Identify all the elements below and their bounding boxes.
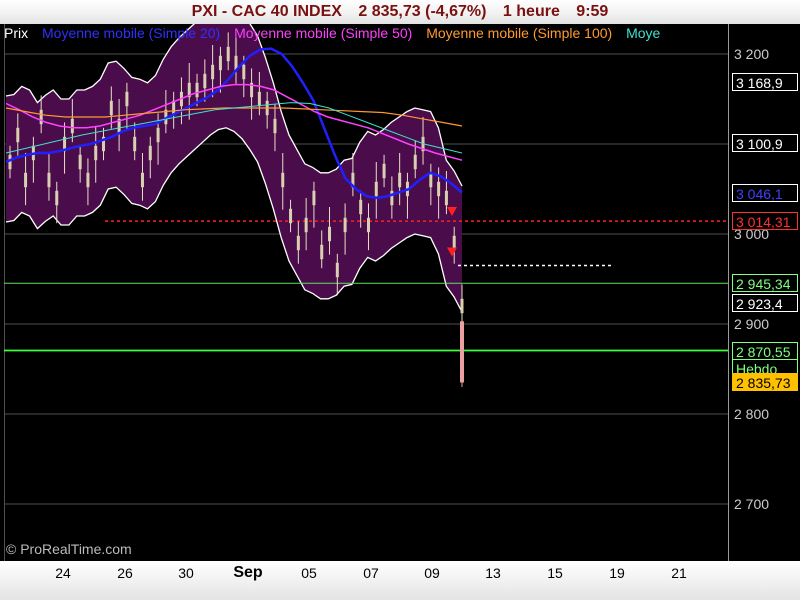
price-tag: 3 168,9	[732, 72, 798, 91]
x-tick: 19	[609, 565, 625, 581]
price-body	[343, 217, 347, 233]
price-body	[109, 100, 113, 116]
price-body	[148, 145, 152, 161]
legend-sma20[interactable]: Moyenne mobile (Simple 20)	[42, 25, 220, 41]
chart-header: PXI - CAC 40 INDEX 2 835,73 (-4,67%) 1 h…	[0, 0, 800, 24]
price-body	[39, 109, 43, 125]
price-body	[374, 181, 378, 197]
x-tick: 21	[671, 565, 687, 581]
price-body	[70, 118, 74, 134]
legend-prix[interactable]: Prix	[4, 25, 28, 41]
price-chart[interactable]	[0, 24, 800, 561]
price-body	[296, 235, 300, 251]
chart-legend: Prix Moyenne mobile (Simple 20) Moyenne …	[4, 24, 726, 42]
price-body	[437, 181, 441, 197]
y-tick: 2 900	[734, 316, 770, 332]
legend-sma100[interactable]: Moyenne mobile (Simple 100)	[426, 25, 612, 41]
price-body	[86, 172, 90, 188]
y-tick: 2 700	[734, 496, 770, 512]
price-body	[257, 91, 261, 107]
price-body	[460, 298, 464, 314]
price-body	[359, 199, 363, 215]
price-body	[218, 55, 222, 71]
time-label: 9:59	[576, 3, 609, 20]
x-tick: Sep	[233, 564, 263, 581]
period-label: 1 heure	[502, 3, 560, 20]
price-body	[140, 172, 144, 188]
legend-sma50[interactable]: Moyenne mobile (Simple 50)	[234, 25, 412, 41]
price-body	[78, 154, 82, 170]
legend-extra[interactable]: Moye	[626, 25, 660, 41]
x-tick: 15	[547, 565, 563, 581]
price-body	[429, 172, 433, 188]
x-tick: 24	[55, 565, 71, 581]
price-body	[413, 154, 417, 170]
x-tick: 30	[178, 565, 194, 581]
price-body	[156, 127, 160, 143]
price-body	[281, 172, 285, 188]
price-body	[328, 226, 332, 242]
price-body	[398, 172, 402, 188]
price-body	[289, 208, 293, 224]
price-body	[320, 244, 324, 260]
price-tag: 2 923,4	[732, 293, 798, 312]
price-body	[195, 82, 199, 98]
symbol-title: PXI - CAC 40 INDEX	[191, 3, 342, 20]
price-body	[226, 46, 230, 62]
price-tag: 2 870,55	[732, 341, 798, 360]
y-tick: 2 800	[734, 406, 770, 422]
x-axis: 24 26 30 Sep 05 07 09 13 15 19 21	[0, 561, 800, 600]
price-body	[203, 73, 207, 89]
price-tag: 3 100,9	[732, 134, 798, 153]
y-tick: 3 200	[734, 46, 770, 62]
x-tick: 09	[424, 565, 440, 581]
price-body	[312, 190, 316, 206]
price-tag: 2 835,73	[732, 372, 798, 391]
copyright-label: © ProRealTime.com	[6, 541, 132, 557]
price-tag: 3 046,1	[732, 183, 798, 202]
price-body	[24, 172, 28, 188]
price-body	[366, 217, 370, 233]
price-body	[390, 190, 394, 206]
x-tick: 05	[301, 565, 317, 581]
x-tick: 26	[117, 565, 133, 581]
price-body	[47, 172, 51, 188]
price-body	[444, 190, 448, 206]
price-body	[133, 136, 137, 152]
price-body	[125, 91, 129, 107]
current-candle	[460, 321, 464, 383]
price-body	[16, 127, 20, 143]
price-body	[382, 163, 386, 179]
price-body	[335, 262, 339, 278]
price-body	[55, 190, 59, 206]
price-body	[242, 64, 246, 80]
price-tag: 2 945,34	[732, 274, 798, 293]
x-tick: 13	[485, 565, 501, 581]
price-tag: 3 014,31	[732, 212, 798, 231]
price-change: 2 835,73 (-4,67%)	[358, 3, 487, 20]
price-body	[94, 145, 98, 161]
price-body	[211, 64, 215, 80]
price-body	[304, 217, 308, 233]
price-body	[273, 118, 277, 134]
x-tick: 07	[363, 565, 379, 581]
